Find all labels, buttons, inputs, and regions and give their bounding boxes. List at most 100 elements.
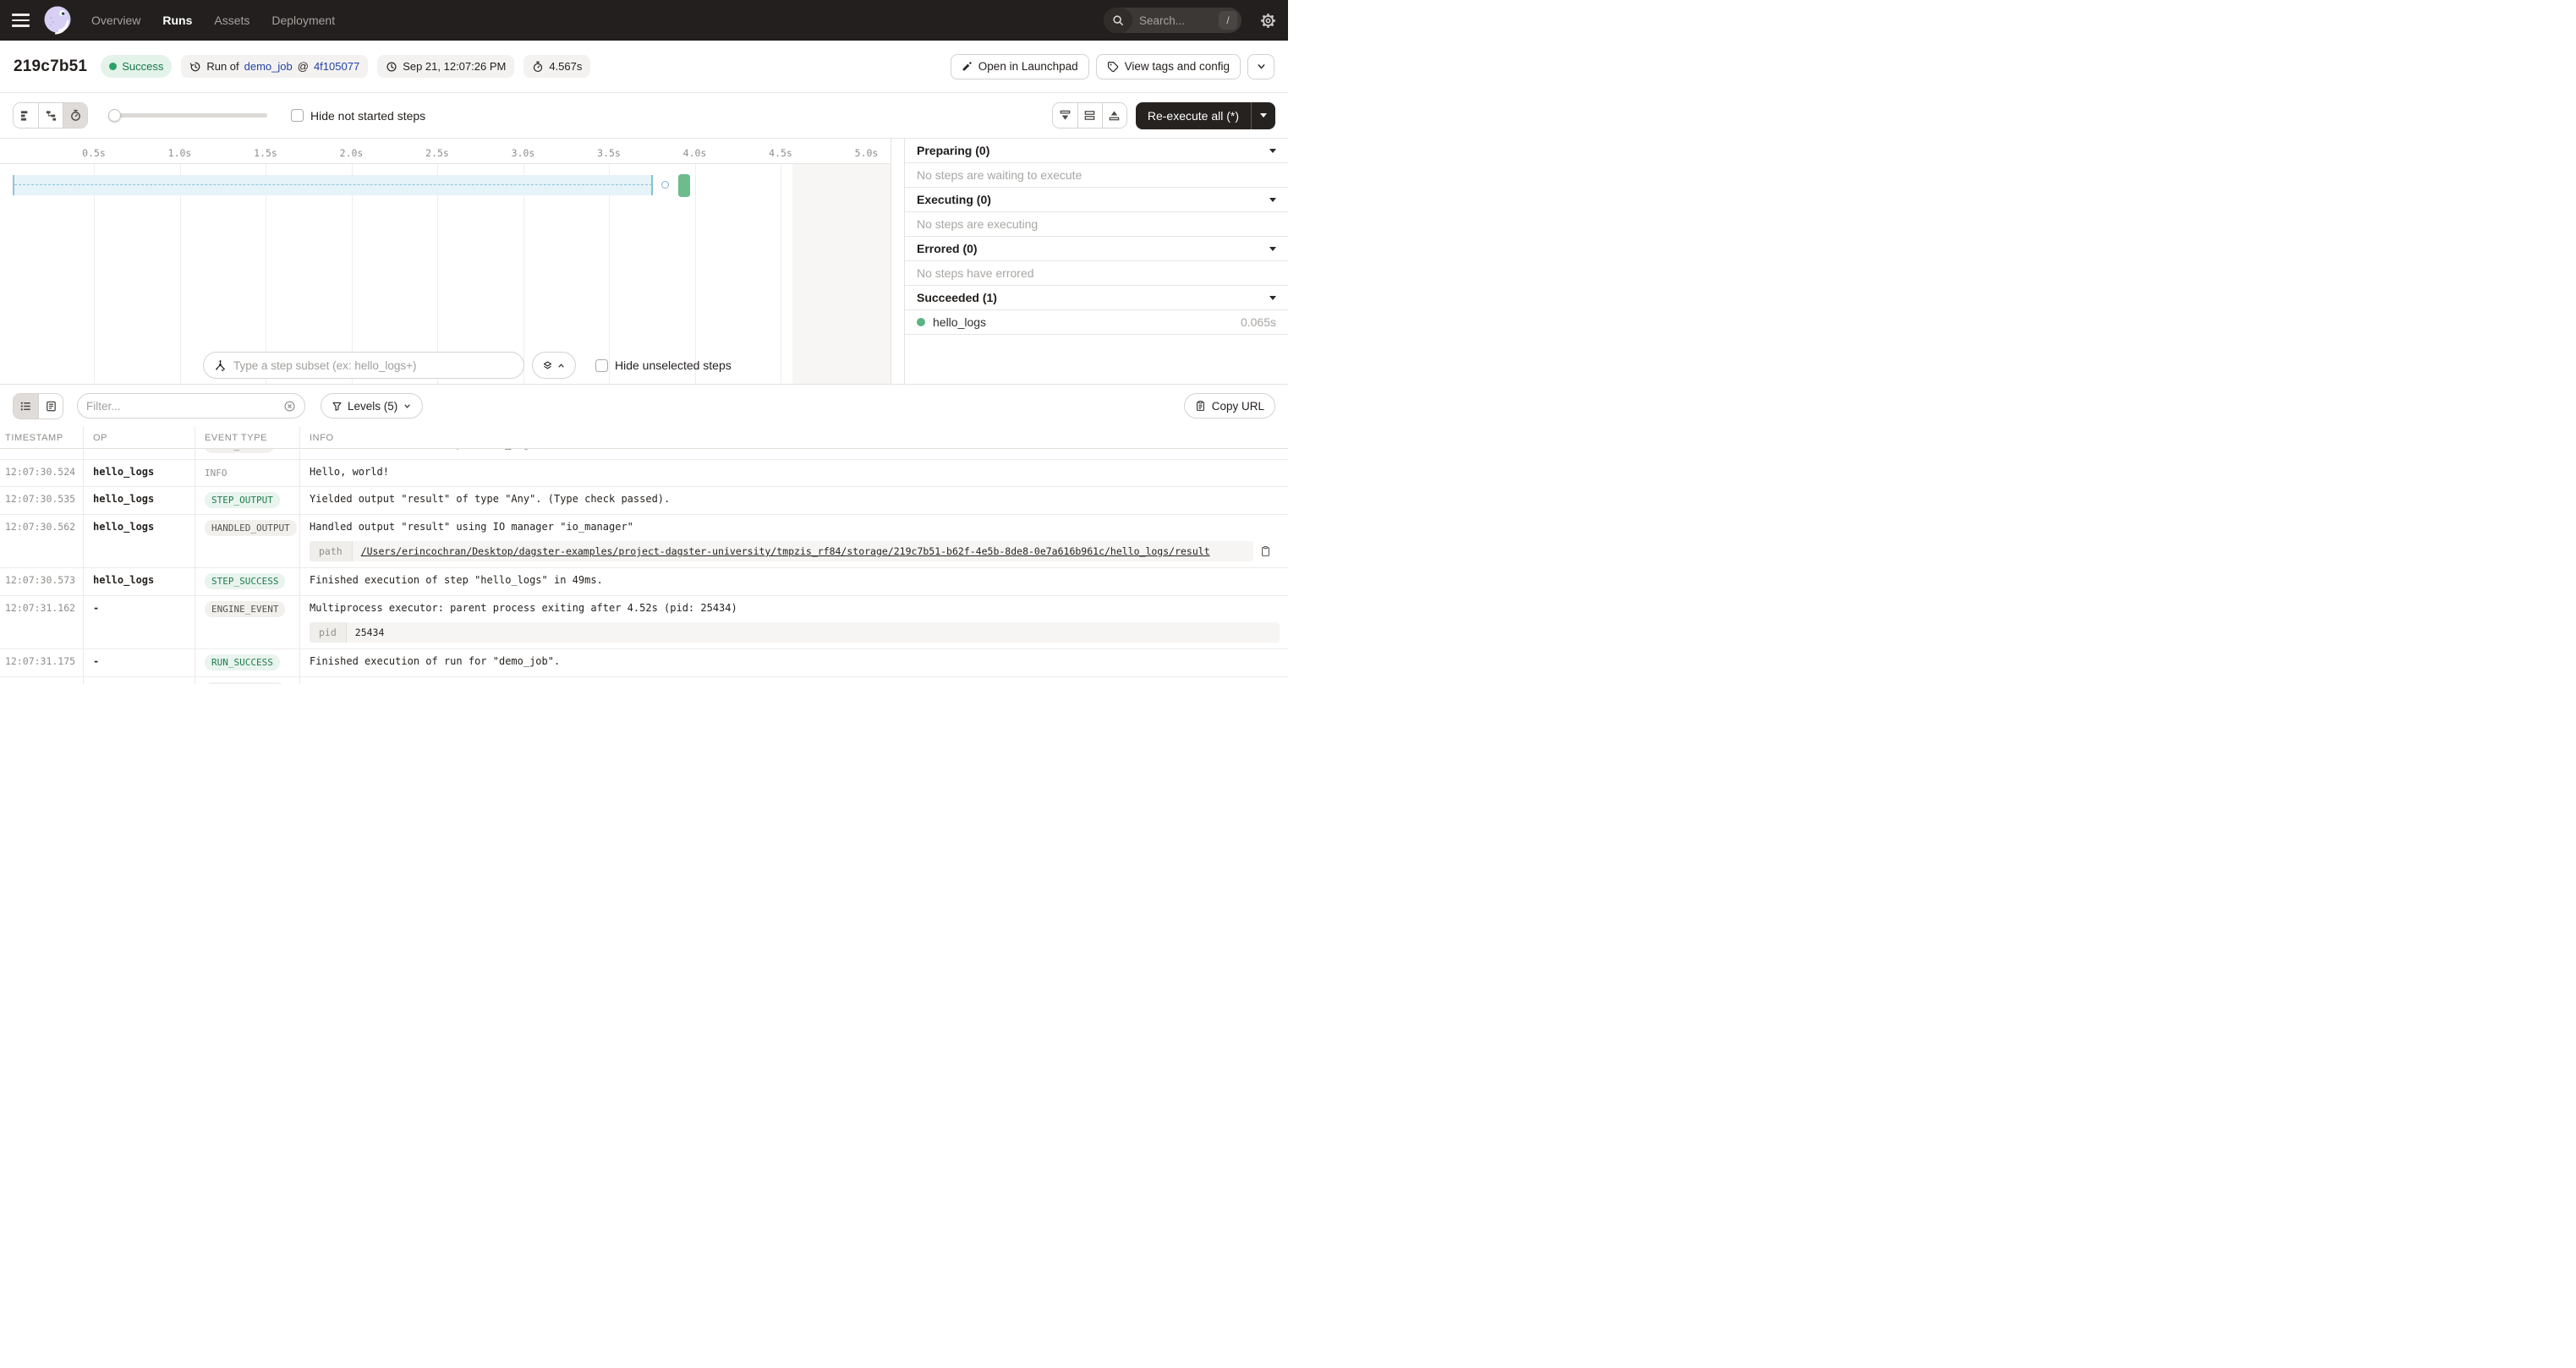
panel-section-errored[interactable]: Errored (0) — [905, 237, 1288, 261]
axis-tick-label: 3.0s — [505, 147, 542, 159]
dagster-logo[interactable] — [41, 3, 74, 37]
panel-section-title: Preparing (0) — [917, 144, 989, 157]
log-list-view-button[interactable] — [14, 394, 38, 419]
log-event-type-cell: STEP_OUTPUT — [195, 492, 299, 508]
metadata-path-link[interactable]: /Users/erincochran/Desktop/dagster-examp… — [361, 545, 1210, 557]
metadata-key: pid — [310, 622, 347, 643]
waterfall-view-icon — [45, 109, 58, 122]
hide-unselected-checkbox[interactable]: Hide unselected steps — [595, 358, 732, 372]
reexecute-all-button[interactable]: Re-execute all (*) — [1136, 102, 1275, 129]
hamburger-menu-icon[interactable] — [12, 12, 32, 29]
collapse-to-top-button[interactable] — [1053, 103, 1077, 128]
gantt-gridline — [609, 164, 610, 384]
top-nav: Overview Runs Assets Deployment Search... / — [0, 0, 1288, 41]
log-info-cell: Hello, world! — [299, 465, 1288, 479]
panel-section-title: Executing (0) — [917, 193, 991, 206]
panel-empty-message: No steps have errored — [905, 261, 1288, 286]
section-caret-icon[interactable] — [1269, 247, 1276, 251]
log-toolbar: Filter... Levels (5) Copy URL — [0, 385, 1288, 427]
gantt-region: 0.5s1.0s1.5s2.0s2.5s3.0s3.5s4.0s4.5s5.0s… — [0, 139, 1288, 385]
log-row: 12:07:30.535hello_logsSTEP_OUTPUTYielded… — [0, 487, 1288, 515]
copy-url-button[interactable]: Copy URL — [1184, 393, 1275, 419]
panel-section-preparing[interactable]: Preparing (0) — [905, 139, 1288, 163]
section-caret-icon[interactable] — [1269, 198, 1276, 202]
col-event-type: Event type — [195, 433, 299, 443]
gantt-gridline — [437, 164, 438, 384]
expand-up-icon — [1108, 109, 1121, 122]
log-structured-view-button[interactable] — [38, 394, 63, 419]
status-dot — [109, 63, 117, 70]
clock-icon — [386, 61, 397, 73]
view-tags-config-button[interactable]: View tags and config — [1096, 54, 1241, 79]
header-more-actions-button[interactable] — [1247, 54, 1274, 79]
log-table-header: Timestamp Op Event type Info — [0, 427, 1288, 449]
levels-filter-button[interactable]: Levels (5) — [321, 393, 423, 419]
log-row: 12:07:31.175-RUN_SUCCESSFinished executi… — [0, 649, 1288, 677]
log-row: 12:07:30.524hello_logsINFOHello, world! — [0, 460, 1288, 487]
nav-item-deployment[interactable]: Deployment — [271, 14, 335, 27]
section-caret-icon[interactable] — [1269, 296, 1276, 300]
checkbox-box[interactable] — [595, 359, 608, 372]
log-row: STEP_STARTStarted execution of step "hel… — [0, 449, 1288, 460]
metadata-key: path — [310, 541, 353, 561]
toolbar-right: Re-execute all (*) — [1052, 102, 1275, 129]
checkbox-box[interactable] — [291, 109, 304, 122]
split-view-button[interactable] — [1077, 103, 1102, 128]
panel-step-row[interactable]: hello_logs0.065s — [905, 310, 1288, 335]
settings-gear-icon[interactable] — [1260, 13, 1276, 29]
expand-bottom-button[interactable] — [1102, 103, 1126, 128]
log-timestamp: 12:07:30.573 — [0, 573, 83, 587]
chevron-up-icon — [556, 361, 566, 370]
filter-placeholder: Filter... — [86, 400, 283, 413]
gantt-zoom-slider[interactable] — [108, 103, 267, 129]
panel-section-executing[interactable]: Executing (0) — [905, 188, 1288, 212]
copy-path-icon[interactable] — [1260, 545, 1271, 557]
axis-tick-label: 1.0s — [162, 147, 199, 159]
pencil-icon — [962, 61, 973, 72]
axis-tick-label: 4.0s — [677, 147, 714, 159]
op-selector-icon — [214, 359, 227, 372]
step-bar-hello-logs[interactable] — [678, 174, 690, 197]
view-timed-button[interactable] — [63, 103, 87, 128]
step-duration: 0.065s — [1241, 315, 1276, 329]
log-message: Started execution of step "hello_logs". — [310, 449, 1280, 451]
panel-section-succeeded[interactable]: Succeeded (1) — [905, 286, 1288, 310]
run-of-tag: Run of demo_job @ 4f105077 — [181, 55, 368, 78]
log-info-cell: Process for run exited (pid: 25434). — [299, 682, 1288, 684]
section-caret-icon[interactable] — [1269, 149, 1276, 153]
log-event-type-cell: INFO — [195, 465, 299, 480]
nav-item-runs[interactable]: Runs — [162, 14, 192, 27]
log-message: Handled output "result" using IO manager… — [310, 520, 1280, 534]
open-in-launchpad-button[interactable]: Open in Launchpad — [951, 54, 1089, 79]
graph-query-toggle-button[interactable] — [532, 352, 576, 379]
log-row: 12:07:31.162-ENGINE_EVENTMultiprocess ex… — [0, 596, 1288, 649]
log-op: - — [83, 601, 195, 615]
view-flat-button[interactable] — [14, 103, 38, 128]
log-info-cell: Yielded output "result" of type "Any". (… — [299, 492, 1288, 506]
log-metadata: pid25434 — [310, 622, 1280, 643]
job-link[interactable]: demo_job — [244, 60, 293, 73]
log-info-cell: Finished execution of step "hello_logs" … — [299, 573, 1288, 587]
nav-item-overview[interactable]: Overview — [91, 14, 140, 27]
gantt-gridline — [695, 164, 696, 384]
view-waterfall-button[interactable] — [38, 103, 63, 128]
log-info-cell: Handled output "result" using IO manager… — [299, 520, 1288, 561]
log-rows: STEP_STARTStarted execution of step "hel… — [0, 449, 1288, 684]
gantt-time-axis: 0.5s1.0s1.5s2.0s2.5s3.0s3.5s4.0s4.5s5.0s — [0, 139, 891, 164]
clear-filter-icon[interactable] — [283, 400, 296, 413]
axis-tick-label: 2.5s — [419, 147, 456, 159]
log-filter-input[interactable]: Filter... — [77, 393, 305, 419]
nav-item-assets[interactable]: Assets — [214, 14, 249, 27]
event-type-badge: INFO — [205, 467, 227, 480]
search-shortcut-key: / — [1219, 11, 1237, 30]
metadata-box: pid25434 — [310, 622, 1280, 643]
search-input[interactable]: Search... / — [1104, 8, 1241, 33]
step-subset-input[interactable]: Type a step subset (ex: hello_logs+) — [203, 352, 524, 379]
hide-not-started-checkbox[interactable]: Hide not started steps — [291, 109, 425, 123]
reexecute-dropdown-caret[interactable] — [1251, 102, 1275, 129]
axis-tick-label: 2.0s — [333, 147, 370, 159]
metadata-value: /Users/erincochran/Desktop/dagster-examp… — [353, 541, 1253, 561]
commit-link[interactable]: 4f105077 — [314, 60, 359, 73]
slider-knob[interactable] — [108, 109, 121, 122]
log-event-type-cell: HANDLED_OUTPUT — [195, 520, 299, 536]
